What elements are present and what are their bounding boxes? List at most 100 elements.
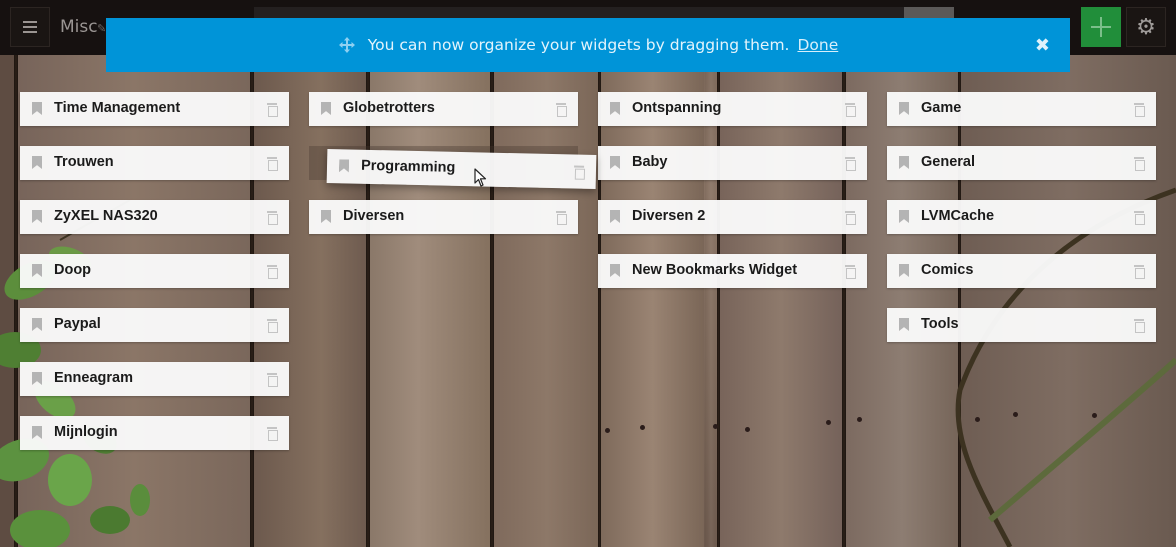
mouse-pointer-icon (474, 168, 487, 187)
banner-message: You can now organize your widgets by dra… (367, 36, 790, 54)
trash-icon[interactable] (267, 373, 278, 387)
widget-title: Doop (54, 262, 92, 278)
widget-title: ZyXEL NAS320 (54, 208, 158, 224)
widget-title: Time Management (54, 100, 181, 116)
trash-icon[interactable] (1134, 103, 1145, 117)
nail (713, 424, 718, 429)
bookmark-icon (899, 318, 909, 331)
bookmark-icon (32, 264, 42, 277)
trash-icon[interactable] (845, 103, 856, 117)
widget-zyxel-nas320[interactable]: ZyXEL NAS320 (20, 200, 289, 234)
plank (494, 55, 600, 547)
widget-trouwen[interactable]: Trouwen (20, 146, 289, 180)
trash-icon[interactable] (845, 265, 856, 279)
widget-time-management[interactable]: Time Management (20, 92, 289, 126)
trash-icon[interactable] (1134, 265, 1145, 279)
bookmark-icon (32, 372, 42, 385)
widget-general[interactable]: General (887, 146, 1156, 180)
widget-paypal[interactable]: Paypal (20, 308, 289, 342)
widget-title: Ontspanning (632, 100, 722, 116)
widget-title: Programming (360, 157, 456, 176)
nail (826, 420, 831, 425)
widget-baby[interactable]: Baby (598, 146, 867, 180)
bookmark-icon (32, 102, 42, 115)
trash-icon[interactable] (556, 103, 567, 117)
widget-lvmcache[interactable]: LVMCache (887, 200, 1156, 234)
gear-icon: ⚙ (1136, 14, 1156, 39)
widget-diversen[interactable]: Diversen (309, 200, 578, 234)
plank (370, 55, 490, 547)
widget-comics[interactable]: Comics (887, 254, 1156, 288)
widget-enneagram[interactable]: Enneagram (20, 362, 289, 396)
widget-title: Tools (921, 316, 959, 332)
widget-title: Enneagram (54, 370, 133, 386)
widget-globetrotters[interactable]: Globetrotters (309, 92, 578, 126)
trash-icon[interactable] (845, 157, 856, 171)
bookmark-icon (899, 156, 909, 169)
plank (720, 55, 842, 547)
trash-icon[interactable] (267, 211, 278, 225)
bookmark-icon (321, 210, 331, 223)
move-arrows-icon (338, 36, 356, 54)
hamburger-icon (23, 21, 37, 33)
widget-title: Baby (632, 154, 668, 170)
bookmark-icon (32, 318, 42, 331)
trash-icon[interactable] (1134, 319, 1145, 333)
widget-tools[interactable]: Tools (887, 308, 1156, 342)
plus-icon (1091, 17, 1111, 37)
bookmark-icon (610, 102, 620, 115)
menu-button[interactable] (10, 7, 50, 47)
trash-icon[interactable] (267, 157, 278, 171)
organize-notification-banner: You can now organize your widgets by dra… (106, 18, 1070, 72)
nail (857, 417, 862, 422)
trash-icon[interactable] (574, 166, 584, 178)
widget-title: Comics (921, 262, 974, 278)
trash-icon[interactable] (267, 427, 278, 441)
pencil-icon[interactable]: ✎ (97, 22, 106, 35)
bookmark-icon (32, 156, 42, 169)
bookmark-icon (610, 210, 620, 223)
trash-icon[interactable] (267, 265, 278, 279)
trash-icon[interactable] (267, 103, 278, 117)
widget-title: Diversen 2 (632, 208, 706, 224)
bookmark-icon (899, 210, 909, 223)
close-icon[interactable]: ✖ (1035, 35, 1050, 56)
trash-icon[interactable] (1134, 211, 1145, 225)
bookmark-icon (339, 159, 349, 172)
widget-title: Globetrotters (343, 100, 435, 116)
add-widget-button[interactable] (1081, 7, 1121, 47)
widget-title: LVMCache (921, 208, 995, 224)
bookmark-icon (610, 264, 620, 277)
widget-title: Trouwen (54, 154, 114, 170)
bookmark-icon (321, 102, 331, 115)
bookmark-icon (899, 102, 909, 115)
page-title: Misc (60, 17, 98, 37)
widget-doop[interactable]: Doop (20, 254, 289, 288)
nail (745, 427, 750, 432)
trash-icon[interactable] (1134, 157, 1145, 171)
widget-ontspanning[interactable]: Ontspanning (598, 92, 867, 126)
trash-icon[interactable] (267, 319, 278, 333)
widget-diversen-2[interactable]: Diversen 2 (598, 200, 867, 234)
widget-title: Game (921, 100, 962, 116)
widget-programming-dragging[interactable]: Programming (326, 148, 597, 190)
plank (601, 55, 704, 547)
nail (640, 425, 645, 430)
widget-game[interactable]: Game (887, 92, 1156, 126)
trash-icon[interactable] (556, 211, 567, 225)
bookmark-icon (610, 156, 620, 169)
widget-title: Paypal (54, 316, 101, 332)
done-link[interactable]: Done (797, 36, 838, 54)
nail (605, 428, 610, 433)
widget-title: Mijnlogin (54, 424, 118, 440)
bookmark-icon (32, 426, 42, 439)
plank (254, 55, 366, 547)
bookmark-icon (32, 210, 42, 223)
bookmark-icon (899, 264, 909, 277)
widget-title: General (921, 154, 975, 170)
widget-mijnlogin[interactable]: Mijnlogin (20, 416, 289, 450)
trash-icon[interactable] (845, 211, 856, 225)
widget-title: New Bookmarks Widget (632, 262, 798, 278)
widget-new-bookmarks-widget[interactable]: New Bookmarks Widget (598, 254, 867, 288)
settings-button[interactable]: ⚙ (1126, 7, 1166, 47)
